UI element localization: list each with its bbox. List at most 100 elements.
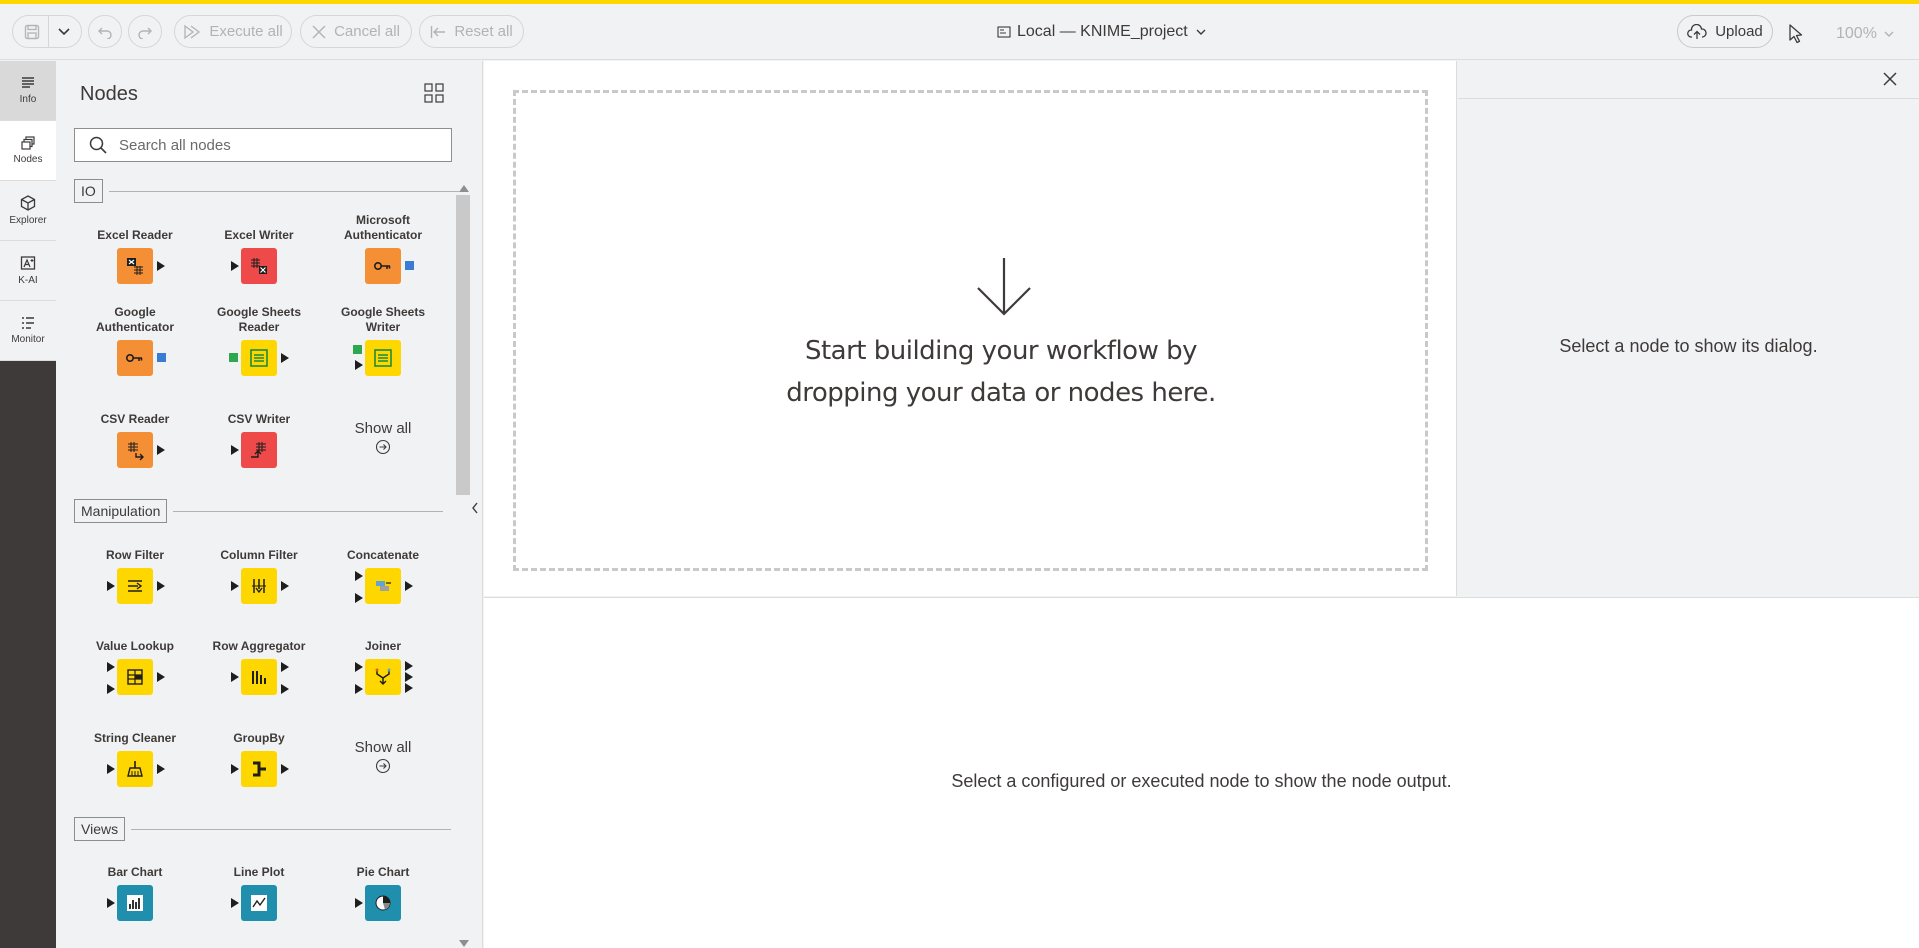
execute-all-button[interactable]: Execute all bbox=[174, 15, 292, 48]
nodes-scrollbar[interactable] bbox=[456, 185, 470, 947]
node-concatenate[interactable]: Concatenate bbox=[328, 531, 438, 605]
node-label: Concatenate bbox=[346, 548, 420, 562]
node-label: Google Sheets Writer bbox=[340, 305, 426, 334]
chevron-down-icon[interactable] bbox=[57, 27, 71, 37]
reset-all-button[interactable]: Reset all bbox=[419, 15, 524, 48]
row-filter-icon bbox=[117, 568, 153, 604]
workflow-canvas[interactable]: Start building your workflow by dropping… bbox=[484, 61, 1457, 596]
display-mode-toggle[interactable] bbox=[424, 83, 444, 108]
node-csv-reader[interactable]: CSV Reader bbox=[80, 395, 190, 469]
search-icon bbox=[89, 136, 107, 154]
cloud-upload-icon bbox=[1687, 23, 1707, 39]
groupby-icon bbox=[241, 751, 277, 787]
csv-reader-icon bbox=[117, 432, 153, 468]
input-port bbox=[355, 684, 363, 694]
show-all-manipulation-button[interactable]: Show all bbox=[328, 739, 438, 774]
node-icon bbox=[100, 748, 170, 788]
undo-button[interactable] bbox=[88, 15, 122, 48]
close-icon[interactable] bbox=[1882, 71, 1898, 87]
node-line-plot[interactable]: Line Plot bbox=[204, 848, 314, 922]
section-tag[interactable]: Views bbox=[74, 817, 126, 841]
cancel-all-button[interactable]: Cancel all bbox=[300, 15, 412, 48]
node-row-filter[interactable]: Row Filter bbox=[80, 531, 190, 605]
input-port bbox=[355, 593, 363, 603]
rail-item-monitor[interactable]: Monitor bbox=[0, 301, 56, 361]
rail-label: Monitor bbox=[11, 334, 45, 345]
divider bbox=[108, 190, 459, 192]
node-label: Excel Reader bbox=[97, 228, 173, 242]
node-pie-chart[interactable]: Pie Chart bbox=[328, 848, 438, 922]
input-port bbox=[355, 360, 363, 370]
section-header-io: IO bbox=[74, 178, 459, 204]
node-icon bbox=[348, 656, 418, 696]
left-rail: Info Nodes Explorer K-AI Monitor bbox=[0, 61, 56, 948]
toolbar: Execute all Cancel all Reset all Local —… bbox=[0, 4, 1919, 60]
chevron-down-icon bbox=[1196, 29, 1206, 35]
show-all-label: Show all bbox=[354, 420, 412, 437]
node-icon bbox=[100, 656, 170, 696]
node-value-lookup[interactable]: Value Lookup bbox=[80, 622, 190, 696]
node-row-aggregator[interactable]: Row Aggregator bbox=[204, 622, 314, 696]
node-icon bbox=[224, 245, 294, 285]
joiner-icon bbox=[365, 659, 401, 695]
output-port bbox=[405, 683, 413, 693]
input-port bbox=[231, 581, 239, 591]
k-ai-icon bbox=[20, 256, 36, 270]
divider bbox=[131, 828, 452, 830]
output-port bbox=[281, 581, 289, 591]
scroll-down-arrow[interactable] bbox=[459, 940, 469, 947]
node-google-sheets-writer[interactable]: Google Sheets Writer bbox=[328, 303, 438, 377]
output-port bbox=[281, 353, 289, 363]
chevron-down-icon bbox=[1884, 31, 1894, 37]
save-icon[interactable] bbox=[24, 24, 40, 40]
drop-zone[interactable]: Start building your workflow by dropping… bbox=[513, 90, 1428, 571]
scroll-up-arrow[interactable] bbox=[459, 185, 469, 192]
rail-label: K-AI bbox=[18, 275, 38, 286]
section-tag[interactable]: Manipulation bbox=[74, 499, 168, 523]
upload-button[interactable]: Upload bbox=[1677, 15, 1773, 48]
node-search-field[interactable]: Search all nodes bbox=[74, 128, 452, 162]
cursor-arrow-icon bbox=[1789, 24, 1803, 44]
output-port bbox=[157, 672, 165, 682]
rail-label: Explorer bbox=[9, 215, 47, 226]
node-joiner[interactable]: Joiner bbox=[328, 622, 438, 696]
input-port bbox=[107, 684, 115, 694]
section-tag[interactable]: IO bbox=[74, 179, 103, 203]
node-output-panel: Select a configured or executed node to … bbox=[484, 597, 1919, 948]
search-input[interactable]: Search all nodes bbox=[119, 137, 231, 154]
node-bar-chart[interactable]: Bar Chart bbox=[80, 848, 190, 922]
output-port bbox=[281, 662, 289, 672]
node-excel-writer[interactable]: Excel Writer bbox=[204, 211, 314, 285]
node-column-filter[interactable]: Column Filter bbox=[204, 531, 314, 605]
node-groupby[interactable]: GroupBy bbox=[204, 714, 314, 788]
rail-item-info[interactable]: Info bbox=[0, 61, 56, 121]
zoom-dropdown[interactable]: 100% bbox=[1836, 25, 1895, 43]
rail-item-nodes[interactable]: Nodes bbox=[0, 121, 56, 181]
upload-label: Upload bbox=[1715, 23, 1763, 40]
rail-item-explorer[interactable]: Explorer bbox=[0, 181, 56, 241]
arrow-right-circle-icon bbox=[375, 439, 391, 455]
rail-item-k-ai[interactable]: K-AI bbox=[0, 241, 56, 301]
panel-title: Nodes bbox=[80, 83, 138, 105]
node-string-cleaner[interactable]: String Cleaner bbox=[80, 714, 190, 788]
node-google-authenticator[interactable]: Google Authenticator bbox=[80, 303, 190, 377]
project-switcher[interactable]: Local — KNIME_project bbox=[997, 23, 1208, 41]
node-microsoft-authenticator[interactable]: Microsoft Authenticator bbox=[328, 211, 438, 285]
key-icon bbox=[365, 248, 401, 284]
redo-button[interactable] bbox=[128, 15, 162, 48]
arrow-right-circle-icon bbox=[375, 758, 391, 774]
node-google-sheets-reader[interactable]: Google Sheets Reader bbox=[204, 303, 314, 377]
chevron-left-icon bbox=[472, 502, 478, 514]
scroll-thumb[interactable] bbox=[456, 195, 470, 495]
pointer-mode-button[interactable] bbox=[1788, 24, 1804, 49]
save-button-group[interactable] bbox=[12, 15, 82, 48]
input-port bbox=[231, 672, 239, 682]
node-icon bbox=[348, 882, 418, 922]
node-icon bbox=[348, 245, 418, 285]
show-all-io-button[interactable]: Show all bbox=[328, 420, 438, 455]
node-csv-writer[interactable]: CSV Writer bbox=[204, 395, 314, 469]
collapse-panel-button[interactable] bbox=[471, 501, 479, 517]
node-label: CSV Writer bbox=[227, 412, 291, 426]
node-excel-reader[interactable]: Excel Reader bbox=[80, 211, 190, 285]
node-icon bbox=[100, 565, 170, 605]
